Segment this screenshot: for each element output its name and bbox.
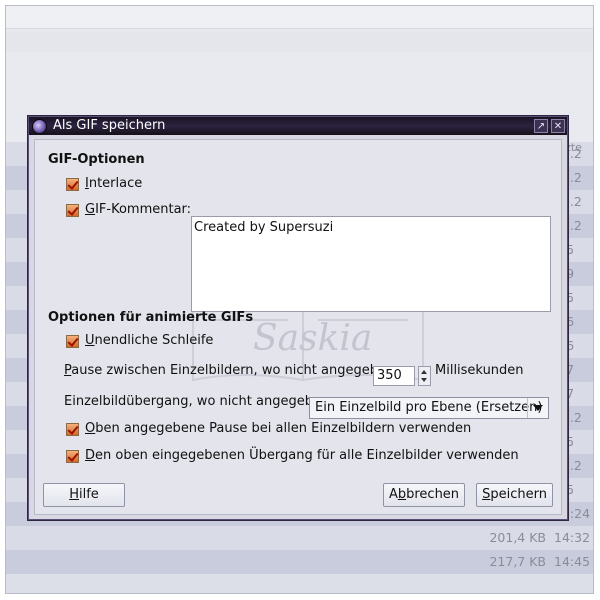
app-icon	[32, 119, 47, 134]
chevron-down-icon	[533, 405, 543, 411]
save-button[interactable]: Speichern	[476, 483, 553, 507]
use-transition-checkbox[interactable]	[66, 450, 79, 463]
gif-comment-label[interactable]: GIF-Kommentar:	[85, 202, 191, 217]
spin-up-icon[interactable]	[421, 370, 427, 374]
background-row-time: 14:45	[554, 554, 591, 569]
pause-spinner[interactable]	[418, 366, 431, 386]
help-button[interactable]: Hilfe	[43, 483, 125, 507]
background-row-size: 201,4 KB	[489, 530, 546, 545]
pause-unit-label: Millisekunden	[435, 363, 524, 378]
use-pause-label[interactable]: Oben angegebene Pause bei allen Einzelbi…	[85, 421, 471, 436]
interlace-label[interactable]: Interlace	[85, 176, 142, 191]
gif-options-heading: GIF-Optionen	[48, 152, 145, 167]
spin-down-icon[interactable]	[421, 378, 427, 382]
dialog-titlebar[interactable]: Als GIF speichern ↗ ✕	[29, 117, 567, 135]
background-toolbar-2	[6, 32, 593, 53]
transition-label: Einzelbildübergang, wo nicht angegeben:	[64, 394, 334, 409]
transition-select-value: Ein Einzelbild pro Ebene (Ersetzen)	[315, 400, 543, 415]
gif-comment-checkbox[interactable]	[66, 204, 79, 217]
close-icon[interactable]: ✕	[551, 119, 565, 133]
pause-label: Pause zwischen Einzelbildern, wo nicht a…	[64, 363, 399, 378]
maximize-icon[interactable]: ↗	[534, 119, 548, 133]
background-row-size: 217,7 KB	[489, 554, 546, 569]
dropdown-button[interactable]	[527, 398, 548, 418]
dialog-title: Als GIF speichern	[53, 118, 166, 133]
use-pause-checkbox[interactable]	[66, 423, 79, 436]
background-row: 201,4 KB 14:32	[6, 526, 593, 550]
save-gif-dialog: Als GIF speichern ↗ ✕ © by Saskia GIF-Op…	[28, 116, 568, 520]
cancel-button[interactable]: Abbrechen	[383, 483, 465, 507]
transition-select[interactable]: Ein Einzelbild pro Ebene (Ersetzen)	[309, 397, 549, 419]
infinite-loop-checkbox[interactable]	[66, 335, 79, 348]
use-transition-label[interactable]: Den oben eingegebenen Übergang für alle …	[85, 448, 519, 463]
background-row-time: 14:32	[554, 530, 591, 545]
animation-options-heading: Optionen für animierte GIFs	[48, 310, 254, 325]
pause-input[interactable]: 350	[373, 366, 415, 386]
dialog-content: © by Saskia GIF-Optionen Interlace GIF-K…	[34, 139, 562, 515]
watermark-line2: Saskia	[253, 318, 372, 359]
interlace-checkbox[interactable]	[66, 178, 79, 191]
background-toolbar	[6, 6, 593, 29]
gif-comment-textarea[interactable]: Created by Supersuzi	[191, 216, 551, 312]
infinite-loop-label[interactable]: Unendliche Schleife	[85, 333, 213, 348]
background-row: 217,7 KB 14:45	[6, 550, 593, 574]
